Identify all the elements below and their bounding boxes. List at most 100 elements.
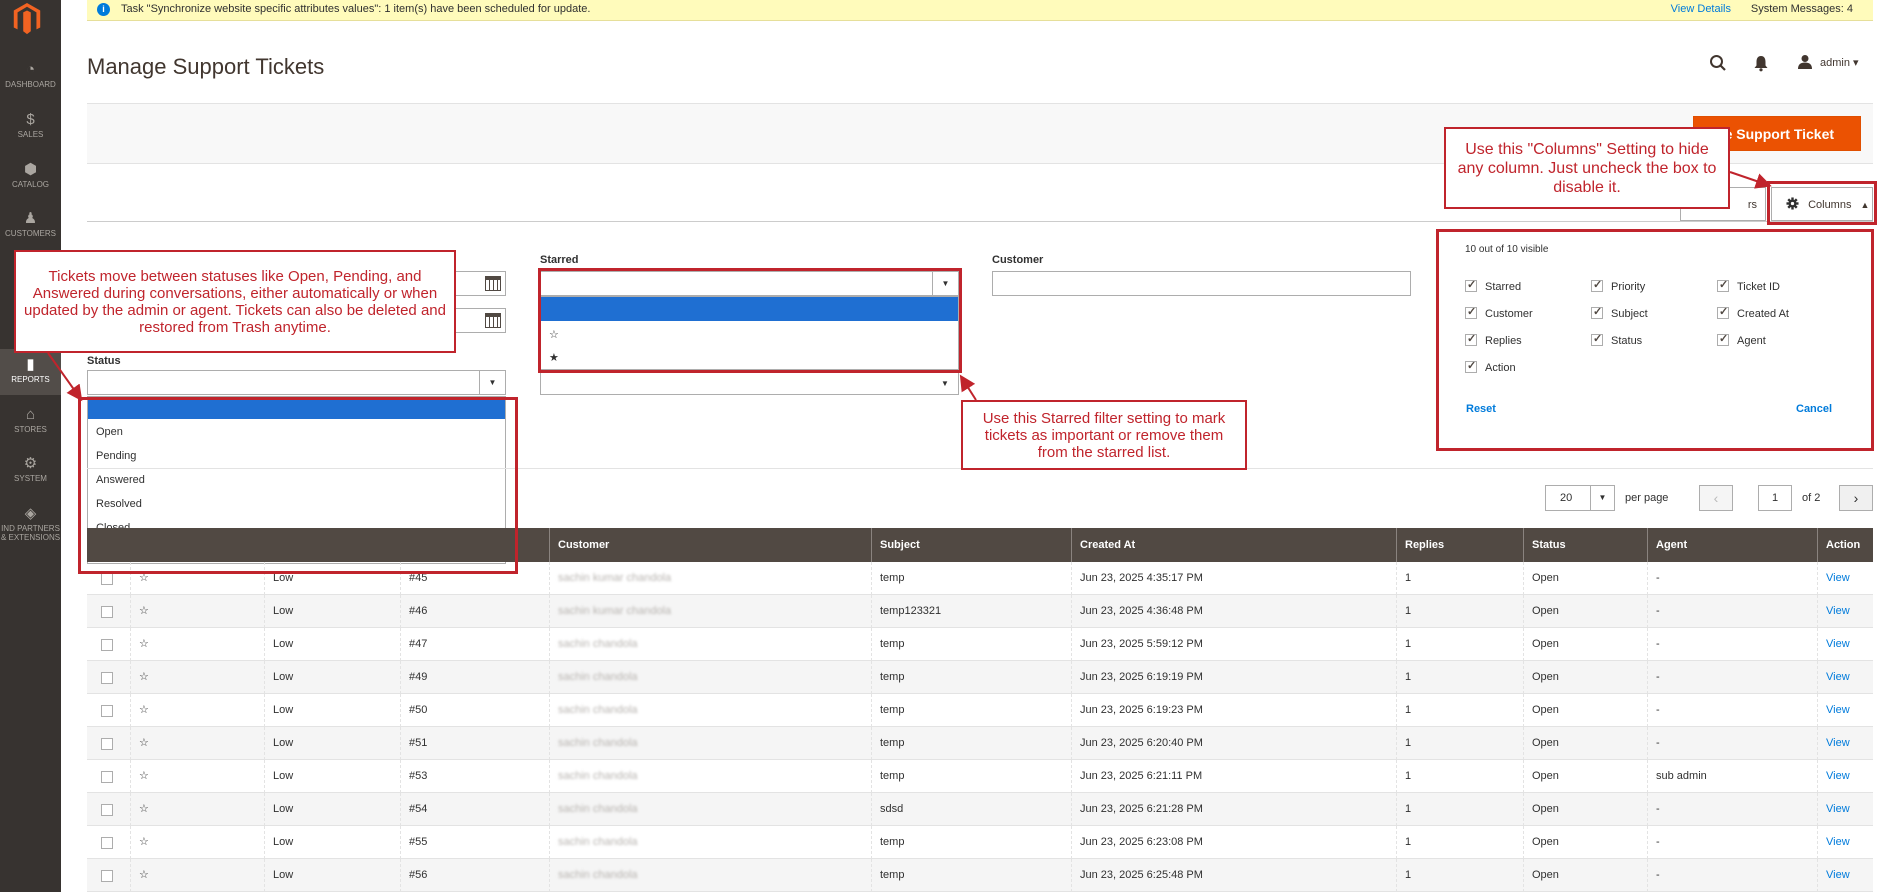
sidebar-item-sales[interactable]: $ SALES [0, 104, 61, 150]
cell-star[interactable]: ☆ [130, 562, 264, 595]
status-filter-select[interactable]: ▼ [87, 370, 506, 395]
row-select-checkbox[interactable] [101, 606, 113, 618]
checkbox-checked-icon[interactable] [1717, 278, 1729, 292]
per-page-select[interactable]: 20 ▼ [1545, 485, 1615, 511]
column-header-customer[interactable]: Customer [549, 528, 871, 562]
view-details-link[interactable]: View Details [1671, 3, 1731, 15]
column-toggle-priority[interactable]: Priority [1591, 278, 1645, 293]
cell-action[interactable]: View [1817, 694, 1873, 727]
cell-action[interactable]: View [1817, 760, 1873, 793]
row-select-checkbox[interactable] [101, 672, 113, 684]
table-row[interactable]: ☆ Low #47 sachin chandola temp Jun 23, 2025 5… [87, 628, 1873, 661]
table-row[interactable]: ☆ Low #51 sachin chandola temp Jun 23, 2025 6… [87, 727, 1873, 760]
checkbox-checked-icon[interactable] [1591, 305, 1603, 319]
checkbox-checked-icon[interactable] [1465, 359, 1477, 373]
row-select-checkbox[interactable] [101, 738, 113, 750]
cell-action[interactable]: View [1817, 793, 1873, 826]
column-header-created-at[interactable]: Created At [1071, 528, 1396, 562]
sidebar-item-system[interactable]: ⚙ SYSTEM [0, 448, 61, 494]
checkbox-checked-icon[interactable] [1465, 278, 1477, 292]
starred-option[interactable]: ☆ [541, 323, 958, 347]
column-header-status[interactable]: Status [1523, 528, 1647, 562]
cell-star[interactable]: ☆ [130, 760, 264, 793]
cell-star[interactable]: ☆ [130, 595, 264, 628]
column-toggle-status[interactable]: Status [1591, 332, 1642, 347]
status-option[interactable]: Open [88, 421, 505, 443]
checkbox-checked-icon[interactable] [1717, 332, 1729, 346]
table-row[interactable]: ☆ Low #45 sachin kumar chandola temp Jun 23, … [87, 562, 1873, 595]
sidebar-item-ind-partners-extensions[interactable]: ◈ IND PARTNERS & EXTENSIONS [0, 498, 61, 544]
column-header-action[interactable]: Action [1817, 528, 1873, 562]
columns-cancel-link[interactable]: Cancel [1796, 403, 1832, 415]
column-header-replies[interactable]: Replies [1396, 528, 1523, 562]
column-toggle-action[interactable]: Action [1465, 359, 1516, 374]
column-header-subject[interactable]: Subject [871, 528, 1071, 562]
checkbox-checked-icon[interactable] [1465, 305, 1477, 319]
column-toggle-subject[interactable]: Subject [1591, 305, 1648, 320]
row-select-checkbox[interactable] [101, 870, 113, 882]
status-option[interactable]: Resolved [88, 493, 505, 515]
cell-star[interactable]: ☆ [130, 628, 264, 661]
table-row[interactable]: ☆ Low #56 sachin chandola temp Jun 23, 2025 6… [87, 859, 1873, 892]
calendar-icon[interactable] [485, 276, 501, 291]
table-row[interactable]: ☆ Low #53 sachin chandola temp Jun 23, 2025 6… [87, 760, 1873, 793]
column-toggle-ticket-id[interactable]: Ticket ID [1717, 278, 1780, 293]
cell-action[interactable]: View [1817, 826, 1873, 859]
column-header-agent[interactable]: Agent [1647, 528, 1817, 562]
row-select-checkbox[interactable] [101, 771, 113, 783]
column-toggle-agent[interactable]: Agent [1717, 332, 1766, 347]
sidebar-item-stores[interactable]: ⌂ STORES [0, 399, 61, 445]
sidebar-item-catalog[interactable]: ⬢ CATALOG [0, 154, 61, 200]
cell-star[interactable]: ☆ [130, 661, 264, 694]
user-icon[interactable] [1797, 54, 1813, 75]
sidebar-item-customers[interactable]: ♟ CUSTOMERS [0, 203, 61, 249]
page-number-input[interactable]: 1 [1758, 485, 1792, 511]
row-select-checkbox[interactable] [101, 705, 113, 717]
column-toggle-starred[interactable]: Starred [1465, 278, 1521, 293]
column-toggle-replies[interactable]: Replies [1465, 332, 1522, 347]
cell-star[interactable]: ☆ [130, 694, 264, 727]
bell-icon[interactable] [1753, 54, 1769, 77]
columns-button[interactable]: Columns ▲ [1771, 187, 1873, 221]
cell-action[interactable]: View [1817, 661, 1873, 694]
cell-action[interactable]: View [1817, 859, 1873, 892]
table-row[interactable]: ☆ Low #54 sachin chandola sdsd Jun 23, 2025 6… [87, 793, 1873, 826]
row-select-checkbox[interactable] [101, 639, 113, 651]
secondary-filter-select[interactable]: ▼ [540, 372, 959, 395]
starred-option[interactable] [541, 297, 958, 321]
sidebar-item-reports[interactable]: ▮ REPORTS [0, 349, 61, 395]
next-page-button[interactable]: › [1839, 485, 1873, 511]
cell-action[interactable]: View [1817, 595, 1873, 628]
customer-filter-input[interactable] [992, 271, 1411, 296]
status-option[interactable]: Pending [88, 445, 505, 467]
columns-reset-link[interactable]: Reset [1466, 403, 1496, 415]
column-toggle-created-at[interactable]: Created At [1717, 305, 1789, 320]
cell-action[interactable]: View [1817, 727, 1873, 760]
checkbox-checked-icon[interactable] [1717, 305, 1729, 319]
starred-option[interactable]: ★ [541, 346, 958, 370]
admin-account-menu[interactable]: admin ▾ [1820, 56, 1859, 69]
magento-logo-icon[interactable] [11, 2, 43, 36]
checkbox-checked-icon[interactable] [1591, 332, 1603, 346]
table-row[interactable]: ☆ Low #50 sachin chandola temp Jun 23, 2025 6… [87, 694, 1873, 727]
row-select-checkbox[interactable] [101, 573, 113, 585]
starred-filter-select[interactable]: ▼ [540, 271, 959, 296]
cell-star[interactable]: ☆ [130, 859, 264, 892]
table-row[interactable]: ☆ Low #55 sachin chandola temp Jun 23, 2025 6… [87, 826, 1873, 859]
search-icon[interactable] [1709, 54, 1727, 77]
cell-action[interactable]: View [1817, 562, 1873, 595]
cell-action[interactable]: View [1817, 628, 1873, 661]
cell-star[interactable]: ☆ [130, 793, 264, 826]
column-toggle-customer[interactable]: Customer [1465, 305, 1533, 320]
previous-page-button[interactable]: ‹ [1699, 485, 1733, 511]
sidebar-item-dashboard[interactable]: ◔ DASHBOARD [0, 54, 61, 100]
row-select-checkbox[interactable] [101, 837, 113, 849]
row-select-checkbox[interactable] [101, 804, 113, 816]
status-option[interactable]: Answered [88, 469, 505, 491]
checkbox-checked-icon[interactable] [1591, 278, 1603, 292]
table-row[interactable]: ☆ Low #49 sachin chandola temp Jun 23, 2025 6… [87, 661, 1873, 694]
status-option[interactable] [88, 397, 505, 419]
checkbox-checked-icon[interactable] [1465, 332, 1477, 346]
cell-star[interactable]: ☆ [130, 727, 264, 760]
table-row[interactable]: ☆ Low #46 sachin kumar chandola temp123321 Ju… [87, 595, 1873, 628]
